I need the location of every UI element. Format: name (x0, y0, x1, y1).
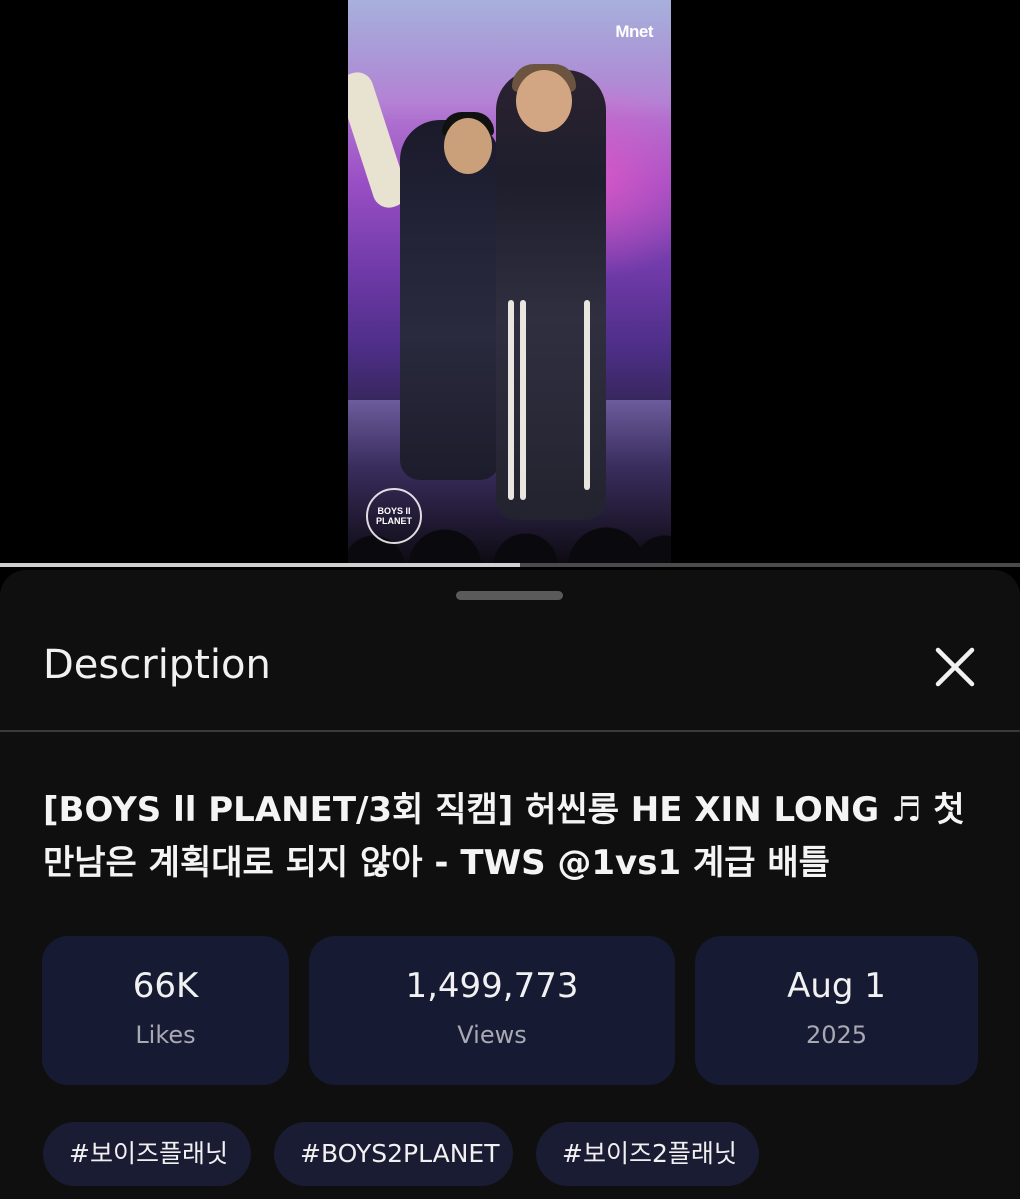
upload-year: 2025 (805, 1021, 868, 1049)
pants-stripe (584, 300, 590, 490)
show-logo-text: BOYS II PLANET (376, 506, 412, 526)
drag-handle[interactable] (456, 591, 563, 600)
likes-stat-card: 66K Likes (42, 936, 289, 1085)
video-progress-fill (0, 563, 521, 567)
hashtag-chip[interactable]: #보이즈2플래닛 (536, 1122, 759, 1186)
views-count: 1,499,773 (405, 966, 579, 1006)
video-title: [BOYS ll PLANET/3회 직캠] 허씬롱 HE XIN LONG ♬… (43, 790, 965, 883)
divider (0, 730, 1020, 732)
views-stat-card: 1,499,773 Views (309, 936, 675, 1085)
date-stat-card: Aug 1 2025 (695, 936, 978, 1085)
upload-date: Aug 1 (787, 966, 886, 1006)
show-logo: BOYS II PLANET (366, 488, 422, 544)
hashtag-chip[interactable]: #BOYS2PLANET (274, 1122, 513, 1186)
pants-stripe (520, 300, 526, 500)
views-label: Views (457, 1021, 527, 1049)
hashtag-chip[interactable]: #보이즈플래닛 (43, 1122, 251, 1186)
video-player[interactable]: Mnet BOYS II PLANET (0, 0, 1020, 567)
likes-label: Likes (135, 1021, 196, 1049)
panel-title: Description (43, 642, 271, 688)
video-frame[interactable]: Mnet BOYS II PLANET (348, 0, 671, 566)
dancer-face (444, 118, 492, 174)
video-progress-bar[interactable] (0, 563, 1020, 567)
close-button[interactable] (926, 638, 984, 696)
close-icon (935, 647, 975, 687)
description-sheet: Description [BOYS ll PLANET/3회 직캠] 허씬롱 H… (0, 570, 1020, 1199)
mnet-logo: Mnet (615, 22, 653, 41)
dancer-face (516, 70, 572, 132)
dancer-left (400, 120, 500, 480)
pants-stripe (508, 300, 514, 500)
likes-count: 66K (132, 966, 199, 1006)
